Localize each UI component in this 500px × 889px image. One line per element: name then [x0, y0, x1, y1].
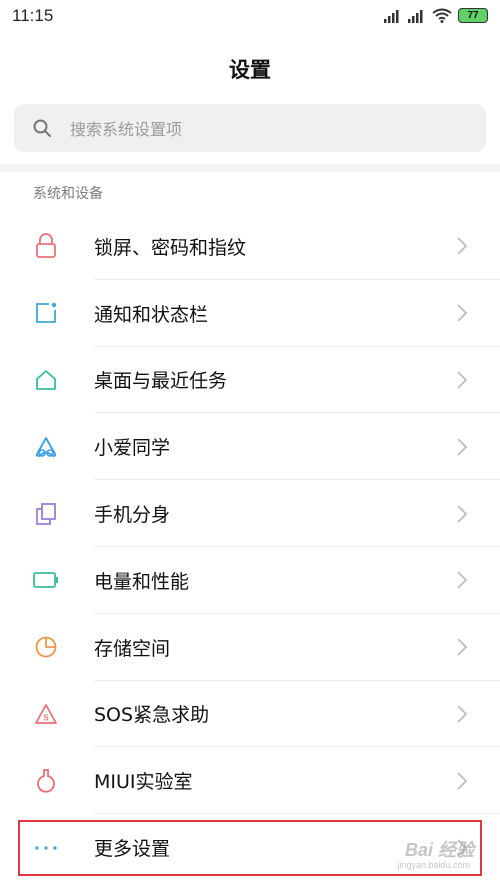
- settings-item-xiaoai[interactable]: 小爱同学: [0, 413, 500, 481]
- watermark-logo: Bai 经验: [404, 840, 474, 860]
- battery-level: 77: [467, 10, 479, 21]
- settings-item-lock-screen[interactable]: 锁屏、密码和指纹: [0, 213, 500, 280]
- page-title: 设置: [229, 58, 271, 82]
- settings-item-battery[interactable]: 电量和性能: [0, 547, 500, 614]
- status-icons: 77: [384, 8, 488, 23]
- settings-item-label: 存储空间: [94, 637, 171, 660]
- notification-icon: [33, 300, 59, 326]
- signal-icon: [384, 9, 399, 23]
- status-time: 11:15: [12, 6, 54, 25]
- settings-item-label: SOS紧急求助: [94, 704, 210, 727]
- xiaoai-icon: [33, 434, 59, 460]
- chevron-right-icon: [457, 371, 468, 389]
- settings-item-label: 电量和性能: [94, 570, 190, 593]
- settings-item-label: 手机分身: [94, 504, 171, 527]
- watermark-url: jingyan.baidu.com: [397, 860, 470, 870]
- settings-item-label: 小爱同学: [94, 437, 171, 460]
- chevron-right-icon: [457, 772, 468, 790]
- chevron-right-icon: [457, 438, 468, 456]
- signal-icon: [408, 9, 423, 23]
- more-dots-icon: [33, 835, 59, 861]
- battery-icon: [33, 567, 59, 593]
- chevron-right-icon: [457, 304, 468, 322]
- settings-item-dual-apps[interactable]: 手机分身: [0, 480, 500, 547]
- lock-icon: [33, 233, 59, 259]
- settings-item-label: 锁屏、密码和指纹: [94, 236, 247, 259]
- search-icon: [33, 119, 51, 137]
- settings-item-label: MIUI实验室: [94, 771, 193, 794]
- settings-item-label: 桌面与最近任务: [94, 370, 228, 393]
- lab-flask-icon: [33, 768, 59, 794]
- battery-indicator: 77: [458, 8, 488, 23]
- settings-item-label: 更多设置: [94, 838, 171, 861]
- chevron-right-icon: [457, 705, 468, 723]
- svg-text:S: S: [43, 713, 49, 722]
- storage-pie-icon: [33, 634, 59, 660]
- section-title: 系统和设备: [33, 186, 103, 202]
- settings-item-storage[interactable]: 存储空间: [0, 614, 500, 681]
- settings-item-sos[interactable]: S SOS紧急求助: [0, 681, 500, 748]
- settings-item-miui-lab[interactable]: MIUI实验室: [0, 747, 500, 815]
- search-input[interactable]: 搜索系统设置项: [14, 104, 486, 152]
- chevron-right-icon: [457, 638, 468, 656]
- wifi-icon: [432, 8, 452, 23]
- settings-item-label: 通知和状态栏: [94, 303, 209, 326]
- sos-icon: S: [33, 701, 59, 727]
- chevron-right-icon: [457, 237, 468, 256]
- home-icon: [33, 367, 59, 393]
- settings-item-home-screen[interactable]: 桌面与最近任务: [0, 347, 500, 414]
- section-divider: [0, 164, 500, 172]
- status-bar: 11:15 77: [0, 0, 500, 34]
- chevron-right-icon: [457, 571, 468, 590]
- dual-phone-icon: [33, 501, 59, 527]
- chevron-right-icon: [457, 504, 468, 523]
- settings-item-notifications[interactable]: 通知和状态栏: [0, 280, 500, 347]
- search-placeholder: 搜索系统设置项: [70, 120, 183, 139]
- settings-list: 锁屏、密码和指纹 通知和状态栏 桌面与最近任务 小爱同学 手机分身 电量和性能 …: [0, 213, 500, 881]
